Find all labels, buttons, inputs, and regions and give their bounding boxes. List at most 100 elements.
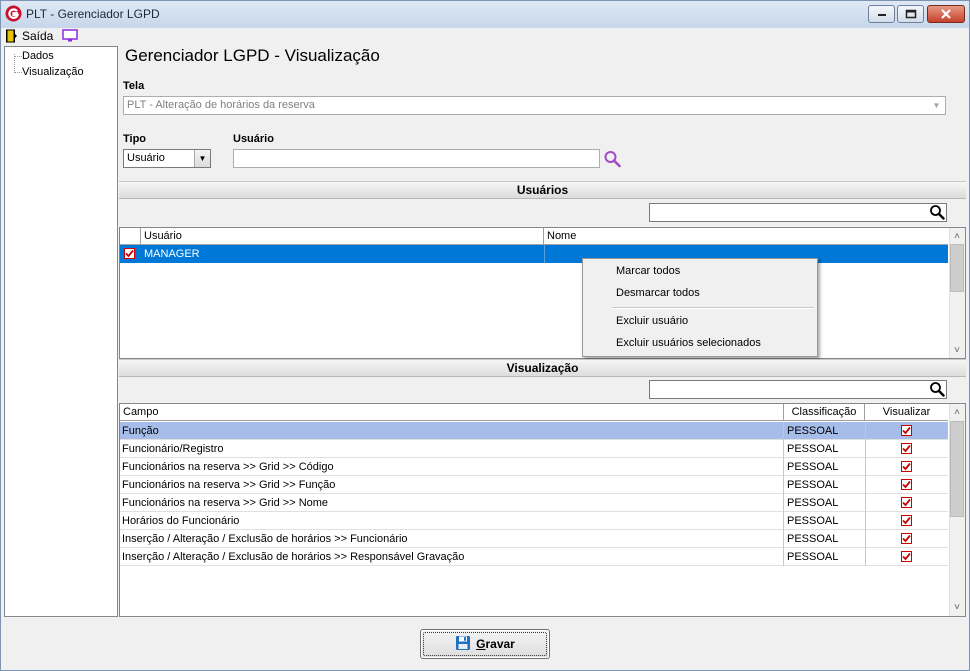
usuario-label: Usuário (233, 133, 274, 145)
column-divider (783, 422, 784, 440)
search-icon[interactable] (929, 381, 945, 397)
menu-item-marcar-todos[interactable]: Marcar todos (616, 265, 680, 277)
menu-item-desmarcar-todos[interactable]: Desmarcar todos (616, 287, 700, 299)
classificacao-cell: PESSOAL (787, 533, 839, 545)
column-divider (783, 512, 784, 530)
menu-separator (612, 307, 814, 309)
classificacao-cell: PESSOAL (787, 461, 839, 473)
save-button-label: Gravar (476, 637, 515, 651)
checkbox-checked-icon (901, 479, 912, 490)
close-button[interactable] (927, 5, 965, 23)
visualizacao-section-header: Visualização (119, 359, 966, 377)
classificacao-cell: PESSOAL (787, 479, 839, 491)
column-divider (783, 530, 784, 548)
window-title: PLT - Gerenciador LGPD (26, 7, 160, 21)
visualizar-checkbox[interactable] (901, 425, 912, 438)
column-divider (783, 548, 784, 566)
save-button[interactable]: Gravar (420, 629, 550, 659)
scroll-up-icon[interactable]: ˄ (949, 404, 965, 420)
menu-bar (1, 28, 969, 45)
column-divider (865, 530, 866, 548)
tipo-label: Tipo (123, 133, 147, 145)
grid-header-nome[interactable]: Nome (544, 228, 948, 245)
classificacao-cell: PESSOAL (787, 515, 839, 527)
campo-cell: Inserção / Alteração / Exclusão de horár… (122, 551, 465, 563)
campo-cell: Inserção / Alteração / Exclusão de horár… (122, 533, 408, 545)
column-divider (865, 422, 866, 440)
tree-item-dados[interactable]: Dados (22, 50, 54, 62)
restore-icon (905, 9, 916, 19)
visualizar-checkbox[interactable] (901, 533, 912, 546)
checkbox-checked-icon (901, 533, 912, 544)
menu-item-exit[interactable]: Saída (22, 29, 53, 43)
column-divider (865, 494, 866, 512)
scroll-thumb[interactable] (950, 244, 964, 292)
tela-select-value: PLT - Alteração de horários da reserva (127, 99, 315, 111)
scroll-thumb[interactable] (950, 421, 964, 517)
tree-connector (14, 56, 22, 57)
close-icon (941, 9, 951, 19)
grid-header-campo[interactable]: Campo (120, 404, 784, 421)
checkbox-checked-icon (901, 443, 912, 454)
campo-cell: Funcionários na reserva >> Grid >> Funçã… (122, 479, 336, 491)
app-logo-icon (5, 5, 22, 22)
column-divider (783, 494, 784, 512)
row-checkbox[interactable] (124, 248, 135, 261)
column-divider (865, 476, 866, 494)
campo-cell: Funcionário/Registro (122, 443, 224, 455)
column-divider (865, 458, 866, 476)
chevron-down-icon[interactable]: ▼ (194, 150, 210, 167)
visualizar-checkbox[interactable] (901, 479, 912, 492)
maximize-button[interactable] (897, 5, 924, 23)
column-divider (783, 440, 784, 458)
table-row[interactable] (120, 245, 948, 263)
tree-item-visualizacao[interactable]: Visualização (22, 66, 84, 78)
floppy-disk-icon (455, 635, 471, 654)
classificacao-cell: PESSOAL (787, 551, 839, 563)
save-button-mnemonic: G (476, 637, 486, 651)
column-divider (865, 548, 866, 566)
checkbox-checked-icon (901, 497, 912, 508)
tree-connector (14, 72, 22, 73)
checkbox-checked-icon (901, 461, 912, 472)
checkbox-checked-icon (124, 248, 135, 259)
minimize-icon (877, 14, 886, 16)
campo-cell: Funcionários na reserva >> Grid >> Nome (122, 497, 329, 509)
grid-header-usuario[interactable]: Usuário (141, 228, 544, 245)
visualizar-checkbox[interactable] (901, 515, 912, 528)
menu-item-excluir-selecionados[interactable]: Excluir usuários selecionados (616, 337, 761, 349)
visualizacao-filter-input[interactable] (649, 380, 947, 399)
column-divider (544, 245, 545, 263)
save-button-label-rest: ravar (485, 637, 515, 651)
column-divider (865, 512, 866, 530)
classificacao-cell: PESSOAL (787, 497, 839, 509)
visualizar-checkbox[interactable] (901, 497, 912, 510)
campo-cell: Função (122, 425, 159, 437)
column-divider (783, 476, 784, 494)
grid-header-visualizar[interactable]: Visualizar (865, 404, 948, 421)
minimize-button[interactable] (868, 5, 895, 23)
usuario-input[interactable] (233, 149, 600, 168)
usuarios-filter-input[interactable] (649, 203, 947, 222)
exit-door-icon[interactable] (5, 29, 18, 43)
usuario-cell: MANAGER (144, 248, 200, 260)
grid-header-classificacao[interactable]: Classificação (784, 404, 865, 421)
monitor-icon[interactable] (62, 29, 78, 43)
campo-cell: Horários do Funcionário (122, 515, 240, 527)
page-title: Gerenciador LGPD - Visualização (125, 46, 380, 65)
campo-cell: Funcionários na reserva >> Grid >> Códig… (122, 461, 334, 473)
visualizar-checkbox[interactable] (901, 461, 912, 474)
checkbox-checked-icon (901, 551, 912, 562)
menu-item-excluir-usuario[interactable]: Excluir usuário (616, 315, 688, 327)
search-icon[interactable] (929, 204, 945, 220)
column-divider (783, 458, 784, 476)
scroll-down-icon[interactable]: ˅ (949, 599, 965, 615)
visualizar-checkbox[interactable] (901, 551, 912, 564)
scroll-up-icon[interactable]: ˄ (949, 228, 965, 244)
scroll-down-icon[interactable]: ˅ (949, 342, 965, 358)
checkbox-checked-icon (901, 425, 912, 436)
visualizar-checkbox[interactable] (901, 443, 912, 456)
chevron-down-icon[interactable]: ▼ (928, 97, 945, 114)
navigation-tree (4, 46, 118, 617)
search-icon[interactable] (603, 150, 622, 168)
